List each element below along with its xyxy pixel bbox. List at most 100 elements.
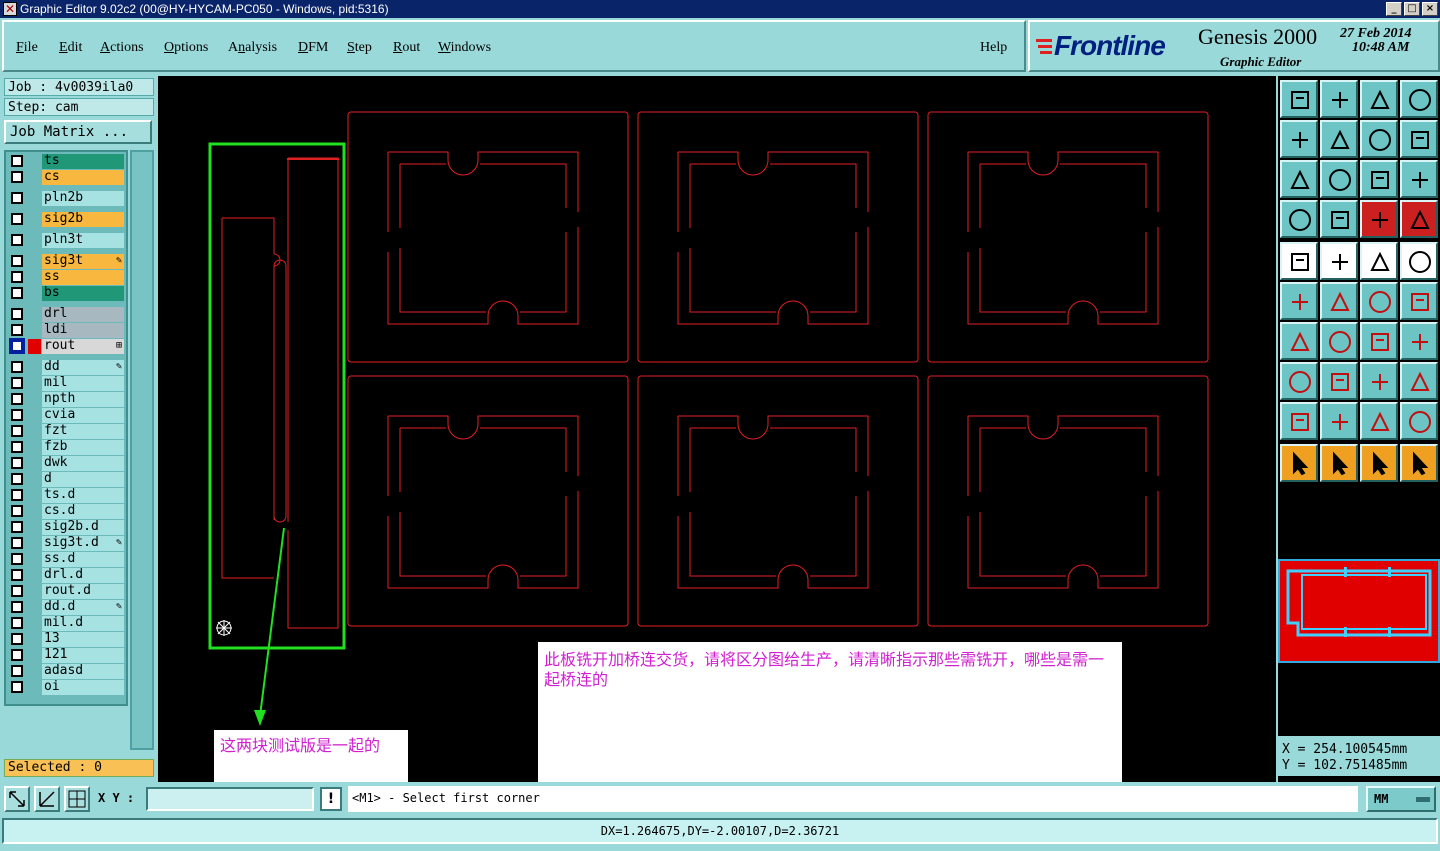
tool-save-button[interactable] [1320,80,1358,118]
tool-select-box-button[interactable] [1320,444,1358,482]
layer-checkbox[interactable] [11,537,23,549]
tool-home-button[interactable] [1360,80,1398,118]
layer-checkbox[interactable] [11,681,23,693]
grid-button[interactable] [64,786,90,812]
layer-row-ts[interactable]: ts [8,154,126,169]
close-button[interactable]: × [1422,2,1438,16]
tool-pad-button[interactable] [1280,242,1318,280]
units-select[interactable]: MM [1366,786,1436,812]
job-matrix-button[interactable]: Job Matrix ... [4,120,152,144]
menu-windows[interactable]: Windows [438,40,491,56]
tool-resize-button[interactable] [1400,282,1438,320]
layer-row-adasd[interactable]: adasd [8,664,126,679]
tool-circle-button[interactable] [1400,242,1438,280]
tool-select-all-button[interactable] [1360,444,1398,482]
layer-row-npth[interactable]: npth [8,392,126,407]
menu-step[interactable]: Step [347,40,372,56]
tool-ruler-button[interactable] [1360,242,1398,280]
layer-row-dd[interactable]: dd ✎ [8,360,126,375]
tool-measure-button[interactable] [1360,362,1398,400]
layer-checkbox[interactable] [11,633,23,645]
measure-button[interactable] [34,786,60,812]
layer-row-13[interactable]: 13 [8,632,126,647]
layer-checkbox[interactable] [11,521,23,533]
tool-polygon-button[interactable] [1320,242,1358,280]
layer-checkbox[interactable] [11,553,23,565]
menu-rout[interactable]: Rout [393,40,420,56]
tool-bridge-button[interactable] [1320,362,1358,400]
layer-checkbox[interactable] [11,155,23,167]
layer-checkbox[interactable] [11,505,23,517]
layer-checkbox[interactable] [11,409,23,421]
layer-row-mil[interactable]: mil [8,376,126,391]
layer-checkbox[interactable] [11,393,23,405]
tool-text-button[interactable] [1400,322,1438,360]
tool-copy-button[interactable] [1400,362,1438,400]
tool-connect-button[interactable] [1280,282,1318,320]
tool-pan-button[interactable] [1280,160,1318,198]
layer-checkbox[interactable] [11,441,23,453]
layer-checkbox[interactable] [11,340,23,352]
layer-checkbox[interactable] [11,213,23,225]
layer-checkbox[interactable] [11,361,23,373]
tool-outline-button[interactable] [1320,402,1358,440]
layer-checkbox[interactable] [11,234,23,246]
layer-checkbox[interactable] [11,617,23,629]
tool-rotate-button[interactable] [1360,322,1398,360]
layer-checkbox[interactable] [11,287,23,299]
layer-row-rout[interactable]: rout ⊞ [8,339,126,354]
maximize-button[interactable]: □ [1404,2,1420,16]
layer-row-pln2b[interactable]: pln2b [8,191,126,206]
layer-checkbox[interactable] [11,271,23,283]
layer-checkbox[interactable] [11,489,23,501]
tool-select-button[interactable] [1280,444,1318,482]
layer-checkbox[interactable] [11,601,23,613]
layer-checkbox[interactable] [11,308,23,320]
layer-row-dwk[interactable]: dwk [8,456,126,471]
layer-row-drl[interactable]: drl [8,307,126,322]
layer-row-sig3t[interactable]: sig3t ✎ [8,254,126,269]
overview-window[interactable] [1278,559,1440,663]
layer-row-ldi[interactable]: ldi [8,323,126,338]
tool-snap-button[interactable] [1320,200,1358,238]
zoom-fit-button[interactable] [4,786,30,812]
layer-row-sig2b-d[interactable]: sig2b.d [8,520,126,535]
layer-row-121[interactable]: 121 [8,648,126,663]
minimize-button[interactable]: _ [1386,2,1402,16]
layer-row-dd-d[interactable]: dd.d ✎ [8,600,126,615]
layer-checkbox[interactable] [11,192,23,204]
menu-edit[interactable]: Edit [59,40,82,56]
tool-open-button[interactable] [1280,80,1318,118]
layer-row-cvia[interactable]: cvia [8,408,126,423]
layer-checkbox[interactable] [11,171,23,183]
layer-checkbox[interactable] [11,457,23,469]
tool-route-button[interactable] [1400,444,1438,482]
tool-arc-button[interactable] [1320,322,1358,360]
menu-help[interactable]: Help [980,40,1007,56]
layer-row-fzt[interactable]: fzt [8,424,126,439]
tool-window-button[interactable] [1400,80,1438,118]
tool-drill-button[interactable] [1280,362,1318,400]
xy-input[interactable] [146,787,314,811]
tool-move-button[interactable] [1360,282,1398,320]
tool-contour-button[interactable] [1360,402,1398,440]
layer-row-ss-d[interactable]: ss.d [8,552,126,567]
layer-checkbox[interactable] [11,255,23,267]
layer-checkbox[interactable] [11,665,23,677]
menu-file[interactable]: File [16,40,38,56]
layer-row-drl-d[interactable]: drl.d [8,568,126,583]
layer-row-cs[interactable]: cs [8,170,126,185]
layer-checkbox[interactable] [11,473,23,485]
layer-list-scrollbar[interactable] [130,150,154,750]
layer-checkbox[interactable] [11,324,23,336]
layer-checkbox[interactable] [11,425,23,437]
layer-row-ss[interactable]: ss [8,270,126,285]
tool-center-button[interactable] [1320,160,1358,198]
tool-layers-button[interactable] [1360,200,1398,238]
execute-button[interactable]: ! [320,787,342,811]
layer-checkbox[interactable] [11,377,23,389]
menu-dfm[interactable]: DFM [298,40,328,56]
graphics-canvas[interactable]: 此板铣开加桥连交货，请将区分图给生产，请清晰指示那些需铣开，哪些是需一起桥连的 … [158,76,1276,782]
layer-row-oi[interactable]: oi [8,680,126,695]
layer-row-mil-d[interactable]: mil.d [8,616,126,631]
